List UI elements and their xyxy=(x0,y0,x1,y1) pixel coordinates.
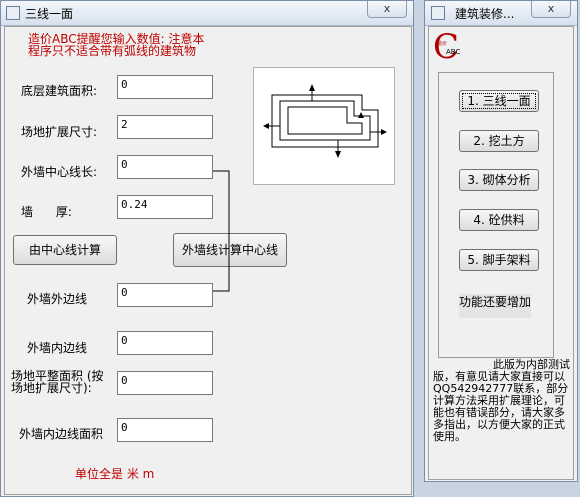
menu-concrete-button[interactable]: 4. 砼供料 xyxy=(459,209,539,231)
menu-excavation-button[interactable]: 2. 挖土方 xyxy=(459,130,539,152)
unit-note: 单位全是 米 m xyxy=(75,467,155,481)
main-window: 三线一面 x 造价ABC提醒您输入数值: 注意本程序只不适合带有弧线的建筑物 底… xyxy=(0,0,414,497)
logo-letter: C xyxy=(433,27,460,67)
side-titlebar: 建筑装修... x xyxy=(425,1,577,26)
side-window-title: 建筑装修... xyxy=(455,7,515,21)
site-extend-input[interactable]: 2 xyxy=(117,115,213,139)
inner-edge-area-label: 外墙内边线面积 xyxy=(19,427,104,441)
outer-center-label: 外墙中心线长: xyxy=(21,165,98,179)
menu-scaffold-button[interactable]: 5. 脚手架料 xyxy=(459,249,539,271)
floor-area-input[interactable]: 0 xyxy=(117,75,213,99)
outer-center-input[interactable]: 0 xyxy=(117,155,213,179)
app-icon xyxy=(6,6,20,20)
logo-text: ABC xyxy=(446,48,461,56)
outer-edge-label: 外墙外边线 xyxy=(27,292,88,306)
site-level-area-input[interactable]: 0 xyxy=(117,371,213,395)
side-window: 建筑装修... x C 造价 ABC 1. 三线一面 2. 挖土方 3. 砌体分… xyxy=(424,0,578,482)
wall-diagram xyxy=(253,67,395,185)
wall-thickness-input[interactable]: 0.24 xyxy=(117,195,213,219)
site-extend-label: 场地扩展尺寸: xyxy=(21,125,98,139)
notice-text: 造价ABC提醒您输入数值: 注意本程序只不适合带有弧线的建筑物 xyxy=(28,32,205,58)
floor-area-label: 底层建筑面积: xyxy=(21,84,98,98)
side-app-icon xyxy=(431,6,445,20)
main-titlebar: 三线一面 x xyxy=(1,1,413,26)
inner-edge-area-input[interactable]: 0 xyxy=(117,418,213,442)
menu-three-lines-button[interactable]: 1. 三线一面 xyxy=(459,90,539,112)
side-close-button[interactable]: x xyxy=(531,1,571,18)
site-level-area-label: 场地平整面积 (按场地扩展尺寸): xyxy=(11,369,104,395)
test-version-note: 此版为内部测试版，有意见请大家直接可以QQ542942777联系，部分计算方法采… xyxy=(433,358,570,443)
inner-edge-input[interactable]: 0 xyxy=(117,331,213,355)
outer-edge-input[interactable]: 0 xyxy=(117,283,213,307)
more-features-text: 功能还要增加 xyxy=(459,294,531,318)
abc-logo: C 造价 ABC xyxy=(433,27,463,67)
calc-from-center-button[interactable]: 由中心线计算 xyxy=(13,235,117,265)
wall-thickness-label: 墙 厚: xyxy=(21,205,72,219)
calc-center-button[interactable]: 外墙线计算中心线 xyxy=(173,233,287,267)
inner-edge-label: 外墙内边线 xyxy=(27,341,88,355)
wall-plan-diagram xyxy=(263,84,387,158)
menu-masonry-button[interactable]: 3. 砌体分析 xyxy=(459,169,539,191)
main-window-title: 三线一面 xyxy=(25,7,74,21)
main-close-button[interactable]: x xyxy=(367,1,407,18)
logo-small-text: 造价 xyxy=(437,41,448,47)
